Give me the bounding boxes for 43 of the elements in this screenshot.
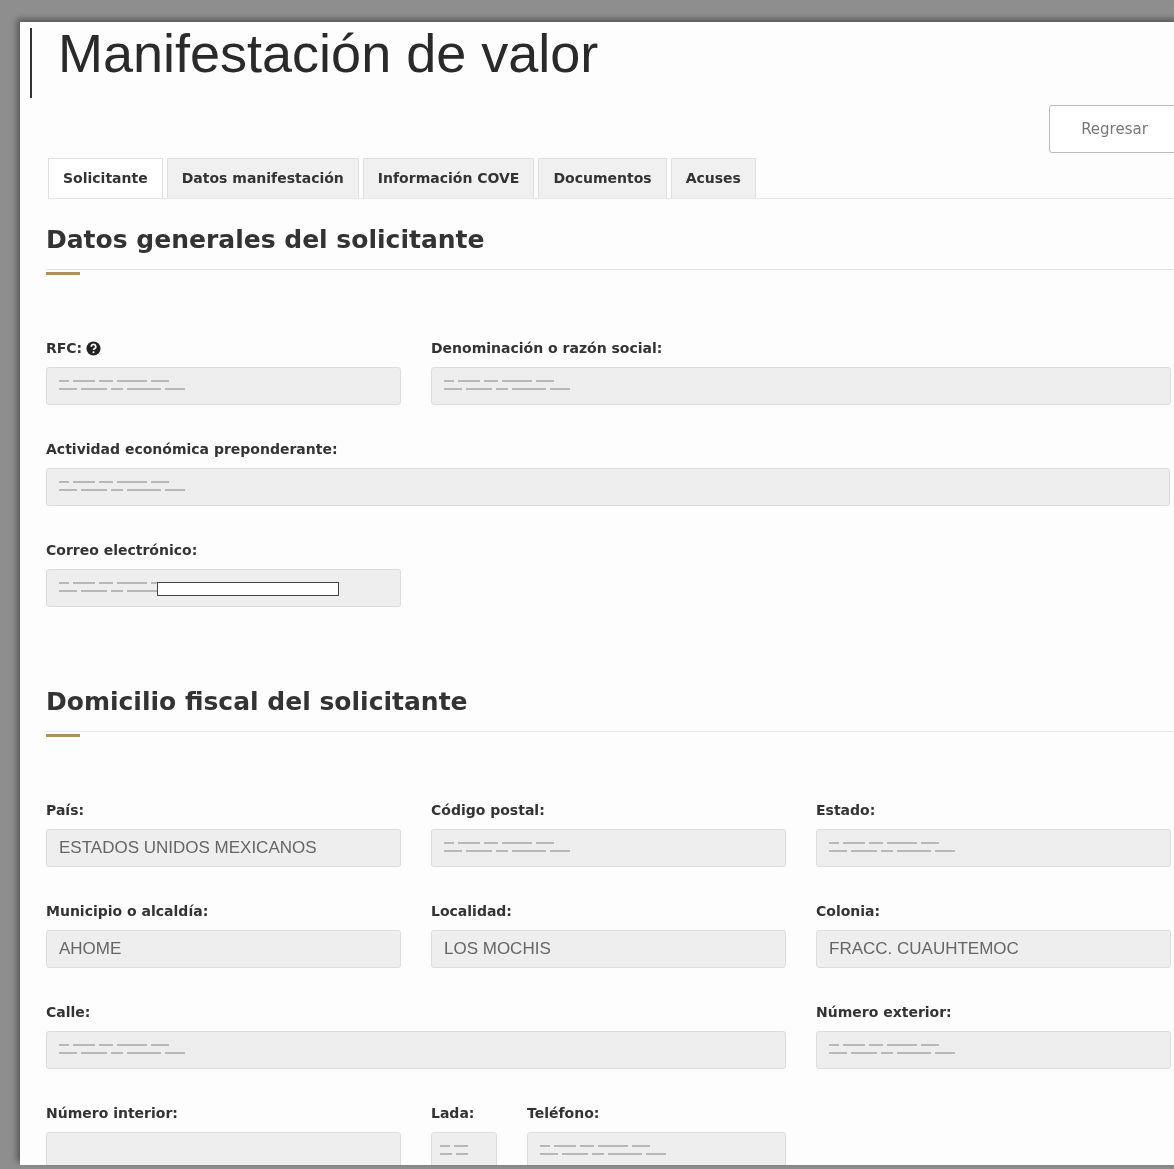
field-label: Número interior: (46, 1105, 178, 1121)
field-label: Actividad económica preponderante: (46, 441, 338, 457)
back-button[interactable]: Regresar (1049, 105, 1174, 153)
input-field[interactable]: LOS MOCHIS (431, 930, 786, 968)
input-field[interactable] (46, 367, 401, 405)
field-label: Denominación o razón social: (431, 340, 663, 356)
field-label: RFC: (46, 340, 83, 356)
section-accent-bar (46, 734, 80, 737)
field-label: Estado: (816, 802, 876, 818)
field-label: Correo electrónico: (46, 542, 198, 558)
input-field[interactable]: AHOME (46, 930, 401, 968)
field-label: Lada: (431, 1105, 475, 1121)
help-icon[interactable] (86, 340, 102, 356)
section-accent-bar (46, 272, 80, 275)
input-field[interactable]: FRACC. CUAUHTEMOC (816, 930, 1171, 968)
input-field[interactable] (46, 569, 401, 607)
input-field[interactable] (431, 367, 1171, 405)
field-label: Colonia: (816, 903, 881, 919)
input-field[interactable] (816, 829, 1171, 867)
section-title: Domicilio fiscal del solicitante (46, 687, 469, 717)
tab[interactable]: Información COVE (362, 158, 535, 198)
field-label: Número exterior: (816, 1004, 952, 1020)
input-field[interactable] (46, 1031, 786, 1069)
input-field[interactable] (46, 1132, 401, 1165)
input-field[interactable] (816, 1031, 1171, 1069)
tab[interactable]: Documentos (538, 158, 667, 198)
input-field[interactable] (431, 829, 786, 867)
input-field[interactable] (527, 1132, 786, 1165)
section-title: Datos generales del solicitante (46, 225, 486, 255)
field-label: Municipio o alcaldía: (46, 903, 209, 919)
field-label: Calle: (46, 1004, 91, 1020)
field-label: Localidad: (431, 903, 512, 919)
tab[interactable]: Solicitante (48, 158, 163, 198)
page-title: Manifestación de valor (58, 22, 599, 84)
field-label: País: (46, 802, 85, 818)
header-rule (30, 28, 32, 98)
tab[interactable]: Acuses (670, 158, 756, 198)
field-label: Teléfono: (527, 1105, 600, 1121)
input-field[interactable] (431, 1132, 497, 1165)
input-field[interactable]: ESTADOS UNIDOS MEXICANOS (46, 829, 401, 867)
tab[interactable]: Datos manifestación (166, 158, 359, 198)
field-label: Código postal: (431, 802, 545, 818)
input-field[interactable] (46, 468, 1170, 506)
